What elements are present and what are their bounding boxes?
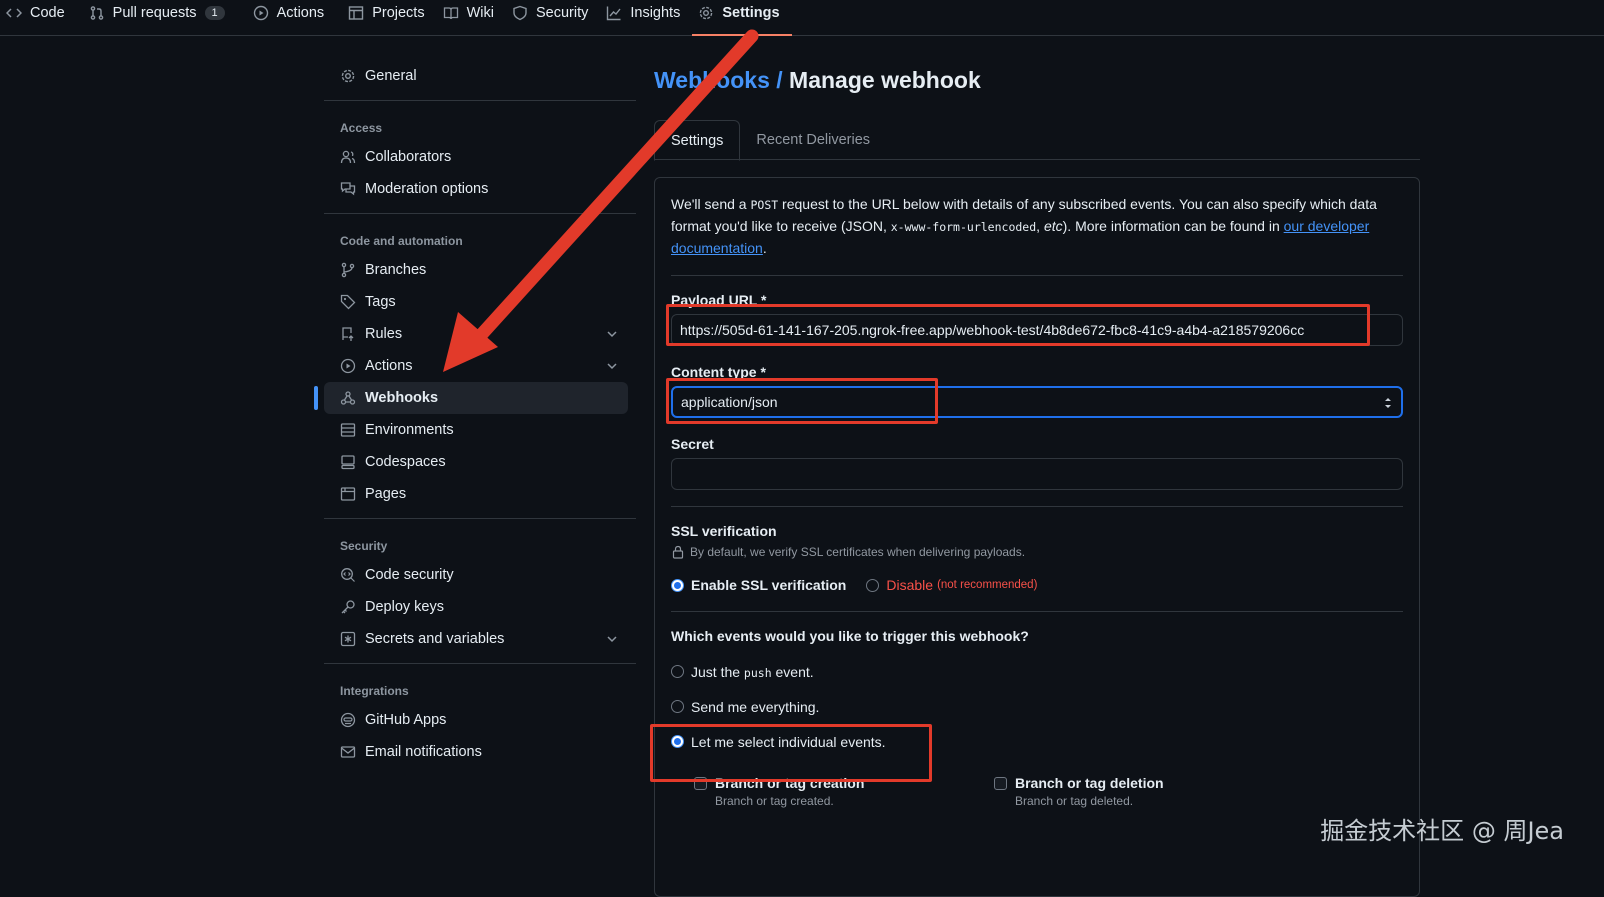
annotation-arrow-icon (0, 0, 1604, 868)
watermark-text: 掘金技术社区 @ 周Jea (1320, 811, 1564, 846)
